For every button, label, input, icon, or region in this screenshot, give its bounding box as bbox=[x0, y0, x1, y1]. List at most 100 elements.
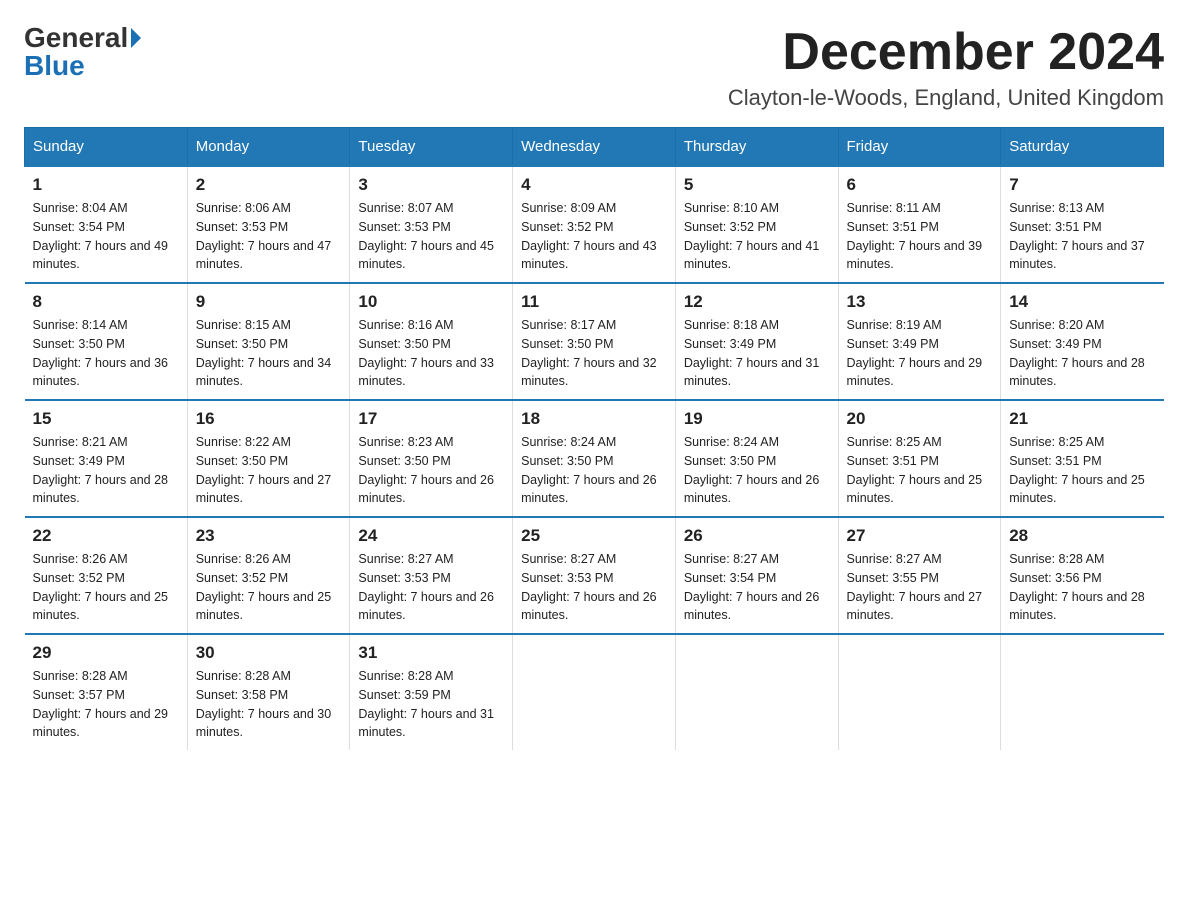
calendar-cell: 26 Sunrise: 8:27 AMSunset: 3:54 PMDaylig… bbox=[675, 517, 838, 634]
day-number: 13 bbox=[847, 292, 993, 312]
day-number: 30 bbox=[196, 643, 342, 663]
header-friday: Friday bbox=[838, 128, 1001, 167]
day-number: 11 bbox=[521, 292, 667, 312]
day-info: Sunrise: 8:15 AMSunset: 3:50 PMDaylight:… bbox=[196, 318, 332, 388]
calendar-header-row: SundayMondayTuesdayWednesdayThursdayFrid… bbox=[25, 128, 1164, 167]
calendar-cell: 5 Sunrise: 8:10 AMSunset: 3:52 PMDayligh… bbox=[675, 166, 838, 283]
day-info: Sunrise: 8:27 AMSunset: 3:55 PMDaylight:… bbox=[847, 552, 983, 622]
calendar-cell: 1 Sunrise: 8:04 AMSunset: 3:54 PMDayligh… bbox=[25, 166, 188, 283]
day-number: 8 bbox=[33, 292, 179, 312]
day-info: Sunrise: 8:13 AMSunset: 3:51 PMDaylight:… bbox=[1009, 201, 1145, 271]
day-info: Sunrise: 8:07 AMSunset: 3:53 PMDaylight:… bbox=[358, 201, 494, 271]
day-number: 15 bbox=[33, 409, 179, 429]
calendar-cell: 28 Sunrise: 8:28 AMSunset: 3:56 PMDaylig… bbox=[1001, 517, 1164, 634]
logo-blue: Blue bbox=[24, 52, 85, 80]
calendar-week-row: 1 Sunrise: 8:04 AMSunset: 3:54 PMDayligh… bbox=[25, 166, 1164, 283]
day-number: 29 bbox=[33, 643, 179, 663]
day-info: Sunrise: 8:06 AMSunset: 3:53 PMDaylight:… bbox=[196, 201, 332, 271]
day-number: 6 bbox=[847, 175, 993, 195]
day-number: 4 bbox=[521, 175, 667, 195]
calendar-cell: 14 Sunrise: 8:20 AMSunset: 3:49 PMDaylig… bbox=[1001, 283, 1164, 400]
calendar-cell: 7 Sunrise: 8:13 AMSunset: 3:51 PMDayligh… bbox=[1001, 166, 1164, 283]
calendar-cell: 18 Sunrise: 8:24 AMSunset: 3:50 PMDaylig… bbox=[513, 400, 676, 517]
day-number: 7 bbox=[1009, 175, 1155, 195]
day-number: 23 bbox=[196, 526, 342, 546]
header-saturday: Saturday bbox=[1001, 128, 1164, 167]
calendar-cell: 19 Sunrise: 8:24 AMSunset: 3:50 PMDaylig… bbox=[675, 400, 838, 517]
location-title: Clayton-le-Woods, England, United Kingdo… bbox=[728, 85, 1164, 111]
day-info: Sunrise: 8:27 AMSunset: 3:53 PMDaylight:… bbox=[521, 552, 657, 622]
calendar-table: SundayMondayTuesdayWednesdayThursdayFrid… bbox=[24, 127, 1164, 750]
day-number: 24 bbox=[358, 526, 504, 546]
day-number: 2 bbox=[196, 175, 342, 195]
calendar-cell: 30 Sunrise: 8:28 AMSunset: 3:58 PMDaylig… bbox=[187, 634, 350, 750]
day-info: Sunrise: 8:28 AMSunset: 3:56 PMDaylight:… bbox=[1009, 552, 1145, 622]
day-info: Sunrise: 8:11 AMSunset: 3:51 PMDaylight:… bbox=[847, 201, 983, 271]
day-info: Sunrise: 8:10 AMSunset: 3:52 PMDaylight:… bbox=[684, 201, 820, 271]
title-area: December 2024 Clayton-le-Woods, England,… bbox=[728, 24, 1164, 111]
month-title: December 2024 bbox=[728, 24, 1164, 81]
calendar-cell: 25 Sunrise: 8:27 AMSunset: 3:53 PMDaylig… bbox=[513, 517, 676, 634]
header-monday: Monday bbox=[187, 128, 350, 167]
day-info: Sunrise: 8:28 AMSunset: 3:59 PMDaylight:… bbox=[358, 669, 494, 739]
calendar-week-row: 22 Sunrise: 8:26 AMSunset: 3:52 PMDaylig… bbox=[25, 517, 1164, 634]
calendar-cell: 23 Sunrise: 8:26 AMSunset: 3:52 PMDaylig… bbox=[187, 517, 350, 634]
day-number: 27 bbox=[847, 526, 993, 546]
day-number: 9 bbox=[196, 292, 342, 312]
calendar-cell: 11 Sunrise: 8:17 AMSunset: 3:50 PMDaylig… bbox=[513, 283, 676, 400]
calendar-cell: 21 Sunrise: 8:25 AMSunset: 3:51 PMDaylig… bbox=[1001, 400, 1164, 517]
day-number: 25 bbox=[521, 526, 667, 546]
day-number: 16 bbox=[196, 409, 342, 429]
calendar-cell bbox=[513, 634, 676, 750]
calendar-cell: 29 Sunrise: 8:28 AMSunset: 3:57 PMDaylig… bbox=[25, 634, 188, 750]
day-number: 12 bbox=[684, 292, 830, 312]
header-tuesday: Tuesday bbox=[350, 128, 513, 167]
calendar-cell: 24 Sunrise: 8:27 AMSunset: 3:53 PMDaylig… bbox=[350, 517, 513, 634]
day-number: 26 bbox=[684, 526, 830, 546]
calendar-week-row: 8 Sunrise: 8:14 AMSunset: 3:50 PMDayligh… bbox=[25, 283, 1164, 400]
day-info: Sunrise: 8:26 AMSunset: 3:52 PMDaylight:… bbox=[196, 552, 332, 622]
day-info: Sunrise: 8:17 AMSunset: 3:50 PMDaylight:… bbox=[521, 318, 657, 388]
day-info: Sunrise: 8:26 AMSunset: 3:52 PMDaylight:… bbox=[33, 552, 169, 622]
day-info: Sunrise: 8:18 AMSunset: 3:49 PMDaylight:… bbox=[684, 318, 820, 388]
day-info: Sunrise: 8:28 AMSunset: 3:58 PMDaylight:… bbox=[196, 669, 332, 739]
header-sunday: Sunday bbox=[25, 128, 188, 167]
calendar-cell: 17 Sunrise: 8:23 AMSunset: 3:50 PMDaylig… bbox=[350, 400, 513, 517]
day-number: 18 bbox=[521, 409, 667, 429]
day-info: Sunrise: 8:09 AMSunset: 3:52 PMDaylight:… bbox=[521, 201, 657, 271]
day-info: Sunrise: 8:14 AMSunset: 3:50 PMDaylight:… bbox=[33, 318, 169, 388]
logo-arrow-icon bbox=[131, 28, 141, 48]
day-number: 17 bbox=[358, 409, 504, 429]
day-number: 19 bbox=[684, 409, 830, 429]
day-info: Sunrise: 8:21 AMSunset: 3:49 PMDaylight:… bbox=[33, 435, 169, 505]
calendar-week-row: 15 Sunrise: 8:21 AMSunset: 3:49 PMDaylig… bbox=[25, 400, 1164, 517]
calendar-cell: 12 Sunrise: 8:18 AMSunset: 3:49 PMDaylig… bbox=[675, 283, 838, 400]
calendar-cell bbox=[675, 634, 838, 750]
day-number: 3 bbox=[358, 175, 504, 195]
logo-general: General bbox=[24, 24, 128, 52]
day-number: 20 bbox=[847, 409, 993, 429]
day-number: 14 bbox=[1009, 292, 1155, 312]
day-number: 28 bbox=[1009, 526, 1155, 546]
calendar-cell: 9 Sunrise: 8:15 AMSunset: 3:50 PMDayligh… bbox=[187, 283, 350, 400]
calendar-cell: 2 Sunrise: 8:06 AMSunset: 3:53 PMDayligh… bbox=[187, 166, 350, 283]
calendar-cell: 13 Sunrise: 8:19 AMSunset: 3:49 PMDaylig… bbox=[838, 283, 1001, 400]
day-info: Sunrise: 8:16 AMSunset: 3:50 PMDaylight:… bbox=[358, 318, 494, 388]
day-info: Sunrise: 8:24 AMSunset: 3:50 PMDaylight:… bbox=[684, 435, 820, 505]
calendar-cell: 15 Sunrise: 8:21 AMSunset: 3:49 PMDaylig… bbox=[25, 400, 188, 517]
calendar-cell: 4 Sunrise: 8:09 AMSunset: 3:52 PMDayligh… bbox=[513, 166, 676, 283]
day-info: Sunrise: 8:04 AMSunset: 3:54 PMDaylight:… bbox=[33, 201, 169, 271]
day-info: Sunrise: 8:23 AMSunset: 3:50 PMDaylight:… bbox=[358, 435, 494, 505]
day-info: Sunrise: 8:25 AMSunset: 3:51 PMDaylight:… bbox=[847, 435, 983, 505]
calendar-cell: 10 Sunrise: 8:16 AMSunset: 3:50 PMDaylig… bbox=[350, 283, 513, 400]
header-thursday: Thursday bbox=[675, 128, 838, 167]
day-info: Sunrise: 8:22 AMSunset: 3:50 PMDaylight:… bbox=[196, 435, 332, 505]
day-number: 1 bbox=[33, 175, 179, 195]
day-number: 31 bbox=[358, 643, 504, 663]
calendar-cell: 16 Sunrise: 8:22 AMSunset: 3:50 PMDaylig… bbox=[187, 400, 350, 517]
calendar-cell: 22 Sunrise: 8:26 AMSunset: 3:52 PMDaylig… bbox=[25, 517, 188, 634]
day-info: Sunrise: 8:19 AMSunset: 3:49 PMDaylight:… bbox=[847, 318, 983, 388]
calendar-cell: 8 Sunrise: 8:14 AMSunset: 3:50 PMDayligh… bbox=[25, 283, 188, 400]
calendar-cell bbox=[1001, 634, 1164, 750]
day-number: 10 bbox=[358, 292, 504, 312]
